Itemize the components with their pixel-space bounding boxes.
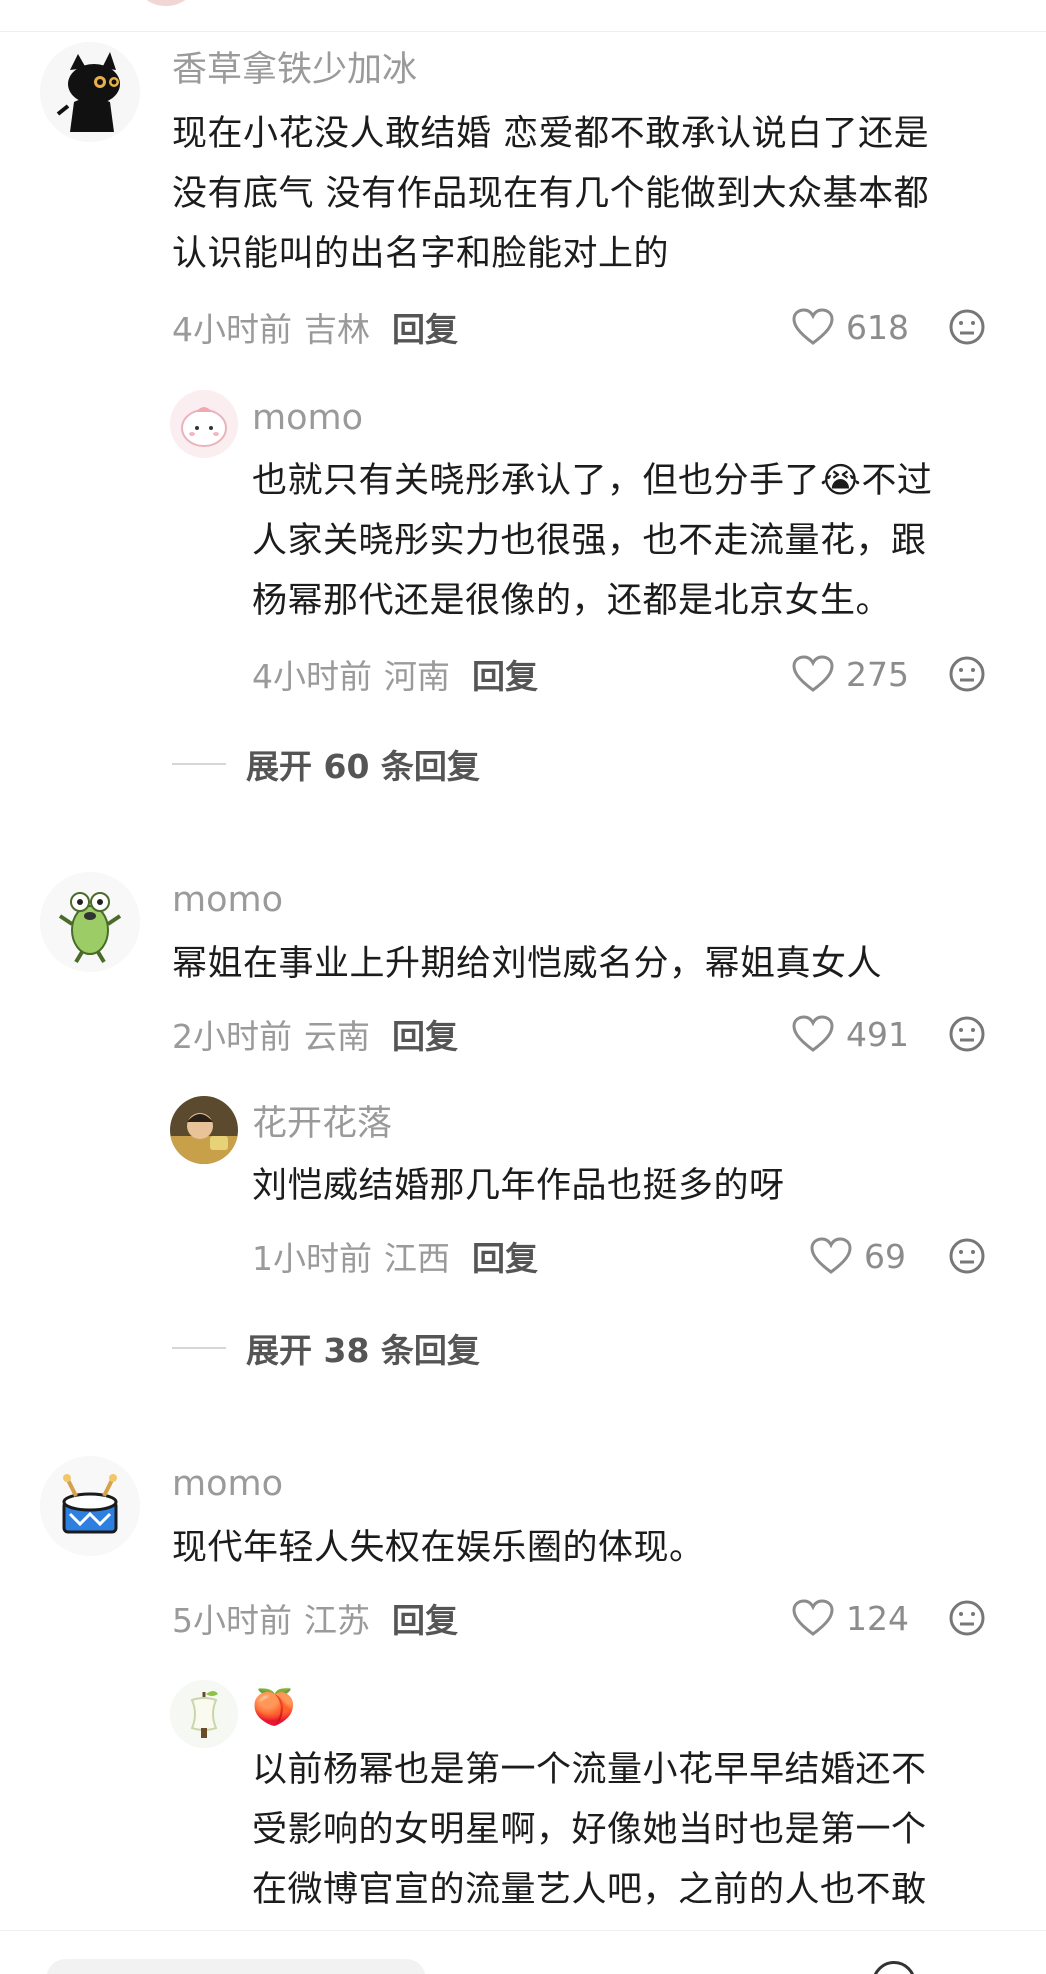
expand-divider — [172, 763, 226, 765]
like-count: 69 — [864, 1236, 906, 1276]
apple-core-avatar-icon — [170, 1680, 238, 1748]
bottom-input-bar — [0, 1930, 1046, 1974]
comment-username[interactable]: 香草拿铁少加冰 — [172, 50, 417, 90]
like-count: 618 — [846, 307, 909, 347]
frog-avatar-icon — [40, 872, 140, 972]
reply-username[interactable]: momo — [252, 398, 363, 438]
comment-location: 吉林 — [304, 310, 370, 349]
reply-location: 江西 — [384, 1239, 450, 1278]
emoji-face-icon — [949, 1016, 985, 1052]
reply-text-line: 在微博官宣的流量艺人吧，之前的人也不敢 — [252, 1870, 927, 1910]
reply-text: 刘恺威结婚那几年作品也挺多的呀 — [252, 1156, 1042, 1216]
like-button[interactable]: 275 — [792, 652, 909, 696]
expand-replies-button[interactable]: 展开 60 条回复 — [172, 742, 480, 786]
comment-text-line: 现在小花没人敢结婚 恋爱都不敢承认说白了还是 — [172, 114, 930, 154]
avatar[interactable] — [170, 1096, 238, 1164]
comment-location: 云南 — [304, 1017, 370, 1056]
comment-text: 现代年轻人失权在娱乐圈的体现。 — [172, 1518, 1032, 1578]
reply-button[interactable]: 回复 — [392, 303, 458, 351]
reply-text: 也就只有关晓彤承认了，但也分手了😭不过 人家关晓彤实力也很强，也不走流量花，跟 … — [252, 451, 1042, 631]
drum-avatar-icon — [40, 1456, 140, 1556]
previous-avatar-peek — [136, 0, 196, 6]
emoji-face-icon — [949, 1238, 985, 1274]
expand-divider — [172, 1347, 226, 1349]
emoji-face-icon — [949, 656, 985, 692]
reply-text-line: 刘恺威结婚那几年作品也挺多的呀 — [252, 1166, 785, 1206]
reply-time: 1小时前 — [252, 1239, 372, 1278]
comment-text-line: 没有底气 没有作品现在有几个能做到大众基本都 — [172, 174, 930, 214]
comment-text-line: 幂姐在事业上升期给刘恺威名分，幂姐真女人 — [172, 944, 883, 984]
comment-location: 江苏 — [304, 1601, 370, 1640]
reply-button[interactable]: 回复 — [392, 1010, 458, 1058]
like-button[interactable]: 69 — [810, 1234, 906, 1278]
like-count: 491 — [846, 1014, 909, 1054]
reply-button[interactable]: 回复 — [472, 1232, 538, 1280]
comment-meta: 2小时前 云南 回复 — [172, 1012, 458, 1056]
avatar[interactable] — [170, 1680, 238, 1748]
heart-icon — [792, 308, 834, 345]
like-button[interactable]: 491 — [792, 1012, 909, 1056]
avatar[interactable] — [40, 42, 140, 142]
pink-bun-avatar-icon — [170, 390, 238, 458]
comment-meta: 4小时前 吉林 回复 — [172, 305, 458, 349]
emoji-react-button[interactable] — [948, 308, 986, 346]
emoji-face-icon — [949, 1600, 985, 1636]
comment-text: 现在小花没人敢结婚 恋爱都不敢承认说白了还是 没有底气 没有作品现在有几个能做到… — [172, 104, 1032, 284]
comment-time: 5小时前 — [172, 1601, 292, 1640]
reply-text-line: 以前杨幂也是第一个流量小花早早结婚还不 — [252, 1750, 927, 1790]
avatar[interactable] — [170, 390, 238, 458]
reply-text-line: 杨幂那代还是很像的，还都是北京女生。 — [252, 581, 892, 621]
reply-text-line: 人家关晓彤实力也很强，也不走流量花，跟 — [252, 521, 927, 561]
child-photo-avatar-icon — [170, 1096, 238, 1164]
comment-text-line: 认识能叫的出名字和脸能对上的 — [172, 234, 670, 274]
reply-username[interactable]: 🍑 — [252, 1688, 296, 1728]
comment-text-line: 现代年轻人失权在娱乐圈的体现。 — [172, 1528, 705, 1568]
reply-button[interactable]: 回复 — [472, 650, 538, 698]
comment-text: 幂姐在事业上升期给刘恺威名分，幂姐真女人 — [172, 934, 1032, 994]
reply-username[interactable]: 花开花落 — [252, 1104, 392, 1144]
black-cat-avatar-icon — [40, 42, 140, 142]
emoji-react-button[interactable] — [948, 655, 986, 693]
comment-meta: 5小时前 江苏 回复 — [172, 1596, 458, 1640]
emoji-face-icon — [949, 309, 985, 345]
avatar[interactable] — [40, 1456, 140, 1556]
emoji-react-button[interactable] — [948, 1237, 986, 1275]
avatar[interactable] — [40, 872, 140, 972]
reply-text-line: 受影响的女明星啊，好像她当时也是第一个 — [252, 1810, 927, 1850]
comment-username[interactable]: momo — [172, 1464, 283, 1504]
heart-icon — [792, 1599, 834, 1636]
heart-icon — [792, 655, 834, 692]
expand-replies-label: 展开 60 条回复 — [246, 747, 480, 786]
like-button[interactable]: 618 — [792, 305, 909, 349]
expand-replies-label: 展开 38 条回复 — [246, 1331, 480, 1370]
comment-time: 4小时前 — [172, 310, 292, 349]
emoji-react-button[interactable] — [948, 1015, 986, 1053]
expand-replies-button[interactable]: 展开 38 条回复 — [172, 1326, 480, 1370]
heart-icon — [792, 1015, 834, 1052]
reply-location: 河南 — [384, 657, 450, 696]
comment-username[interactable]: momo — [172, 880, 283, 920]
emoji-react-button[interactable] — [948, 1599, 986, 1637]
reply-meta: 1小时前 江西 回复 — [252, 1234, 538, 1278]
heart-icon — [810, 1237, 852, 1274]
reply-text-line: 也就只有关晓彤承认了，但也分手了😭不过 — [252, 461, 933, 501]
like-count: 275 — [846, 654, 909, 694]
like-count: 124 — [846, 1598, 909, 1638]
reply-time: 4小时前 — [252, 657, 372, 696]
reply-meta: 4小时前 河南 回复 — [252, 652, 538, 696]
bottom-action-icon[interactable] — [872, 1961, 916, 1974]
reply-text: 以前杨幂也是第一个流量小花早早结婚还不 受影响的女明星啊，好像她当时也是第一个 … — [252, 1740, 1042, 1920]
reply-button[interactable]: 回复 — [392, 1594, 458, 1642]
comment-input[interactable] — [46, 1959, 426, 1974]
top-divider — [0, 0, 1046, 32]
comment-time: 2小时前 — [172, 1017, 292, 1056]
like-button[interactable]: 124 — [792, 1596, 909, 1640]
